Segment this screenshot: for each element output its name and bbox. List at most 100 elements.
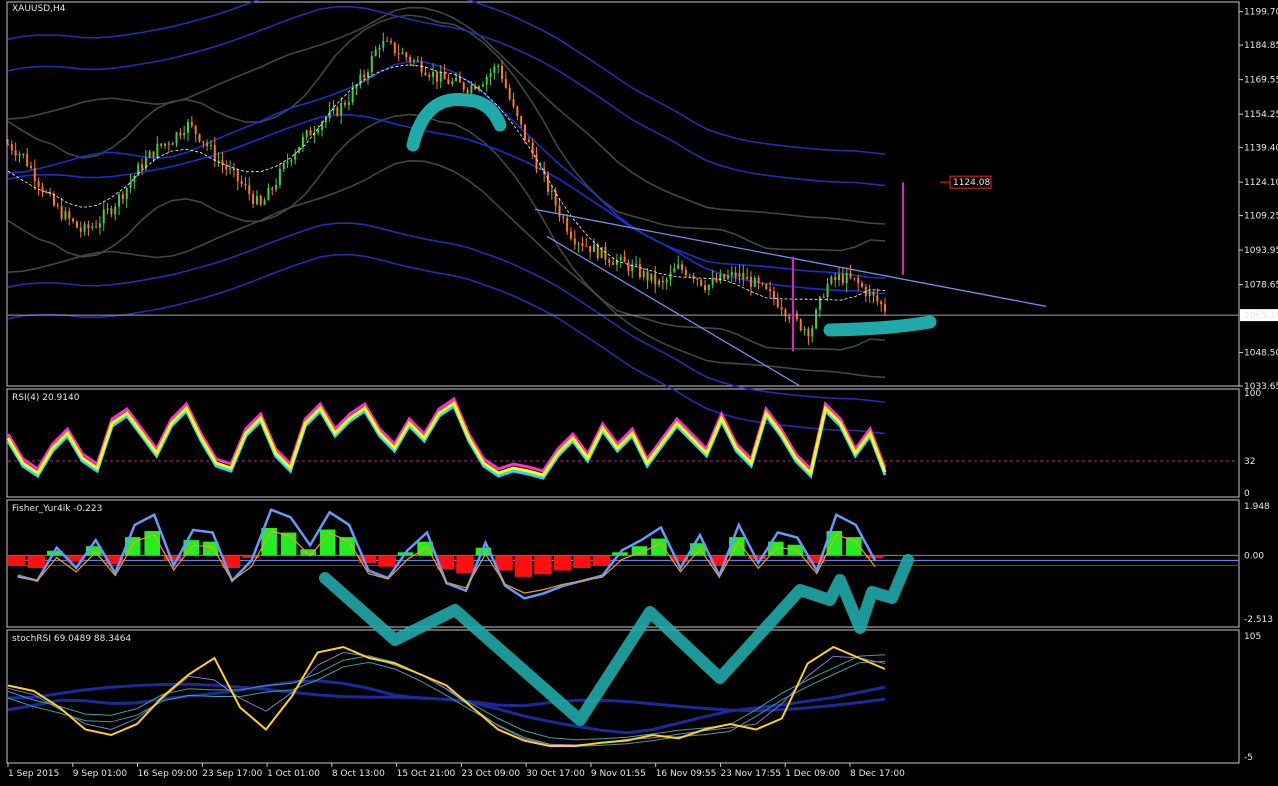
candle (259, 195, 262, 205)
candle (646, 270, 649, 281)
candle (623, 256, 626, 263)
price-tick-label: 1109.25 (1244, 212, 1278, 222)
fisher-bar (339, 537, 355, 556)
channel-upper-line (534, 208, 1047, 307)
stochrsi-pane[interactable] (7, 645, 886, 747)
candle (520, 116, 523, 125)
candle (508, 87, 511, 100)
candle (366, 72, 369, 78)
candle (41, 186, 44, 193)
candle (217, 160, 220, 162)
candle (7, 144, 9, 146)
candle (811, 328, 814, 337)
candle (834, 276, 837, 281)
candle (14, 150, 17, 156)
chart-labels: 1199.70 1184.85 1169.55 1154.25 1139.40 1124.… (7, 4, 1278, 779)
price-tick-label: 1139.40 (1244, 144, 1278, 154)
candle (872, 291, 875, 296)
candle (263, 200, 266, 205)
candle (581, 243, 584, 246)
stoch-band (7, 654, 886, 741)
candle (501, 65, 504, 80)
candle (305, 130, 308, 137)
candle (566, 217, 569, 232)
candle (642, 270, 645, 277)
candle (344, 102, 347, 105)
candle (45, 192, 48, 194)
time-tick-label: 15 Oct 21:00 (397, 769, 456, 779)
candle (772, 291, 775, 300)
candle (79, 227, 82, 232)
price-pane[interactable] (7, 0, 1239, 435)
price-tick-label: 1124.10 (1244, 178, 1278, 188)
candle (167, 143, 170, 145)
candle (776, 299, 779, 308)
candle (290, 159, 293, 162)
candle (608, 259, 611, 263)
candle (535, 154, 538, 170)
candle (876, 295, 879, 302)
candle (309, 130, 312, 136)
candle (481, 84, 484, 87)
candle (711, 278, 714, 285)
candle (198, 134, 201, 142)
fisher-pane[interactable] (8, 508, 1239, 600)
candle (700, 279, 703, 286)
candle (665, 279, 668, 283)
fisher-bar (378, 555, 396, 567)
annotation-arc (406, 93, 507, 152)
candle (627, 262, 630, 272)
candle (405, 52, 408, 58)
candle (592, 244, 595, 252)
candle (619, 256, 622, 261)
candle (129, 181, 132, 188)
candle (432, 71, 435, 77)
fisher-tick-label: 1.948 (1244, 502, 1270, 512)
candle (604, 247, 607, 260)
current-price-label: 1065.10 (1244, 311, 1278, 321)
candle (746, 276, 749, 280)
candle (818, 296, 821, 310)
candle (33, 168, 36, 182)
candle (462, 82, 465, 90)
candle (799, 319, 802, 331)
price-tick-label: 1078.65 (1244, 281, 1278, 291)
fisher-bar (573, 555, 591, 569)
candle (719, 274, 722, 282)
candle (370, 55, 373, 73)
candle (202, 141, 205, 143)
candle (539, 168, 542, 170)
candle (849, 273, 852, 278)
candle (340, 102, 343, 116)
candle (493, 66, 496, 73)
candle (880, 301, 883, 305)
rsi-pane[interactable] (6, 396, 1239, 480)
candle (294, 152, 297, 160)
stoch-title: stochRSI 69.0489 88.3464 (12, 634, 131, 644)
candle (845, 273, 848, 284)
candle (397, 53, 400, 55)
candle (412, 60, 415, 62)
candle (795, 313, 798, 320)
candle (826, 283, 829, 298)
candle (255, 195, 258, 204)
candle (677, 264, 680, 269)
fisher-bar (144, 531, 161, 556)
price-tick-label: 1048.50 (1244, 349, 1278, 359)
candle (769, 288, 772, 292)
candle (22, 153, 25, 155)
envelope-band (7, 60, 886, 279)
candle (780, 307, 783, 310)
candle (64, 211, 67, 219)
candle (504, 79, 507, 88)
candle (232, 168, 235, 170)
candle (726, 275, 729, 279)
candle (351, 88, 354, 103)
candle (749, 276, 752, 287)
candle (512, 99, 515, 107)
time-tick-label: 30 Oct 17:00 (526, 769, 585, 779)
candle (443, 72, 446, 80)
candle (386, 40, 389, 42)
candle (401, 52, 404, 54)
fisher-bar (592, 555, 611, 566)
